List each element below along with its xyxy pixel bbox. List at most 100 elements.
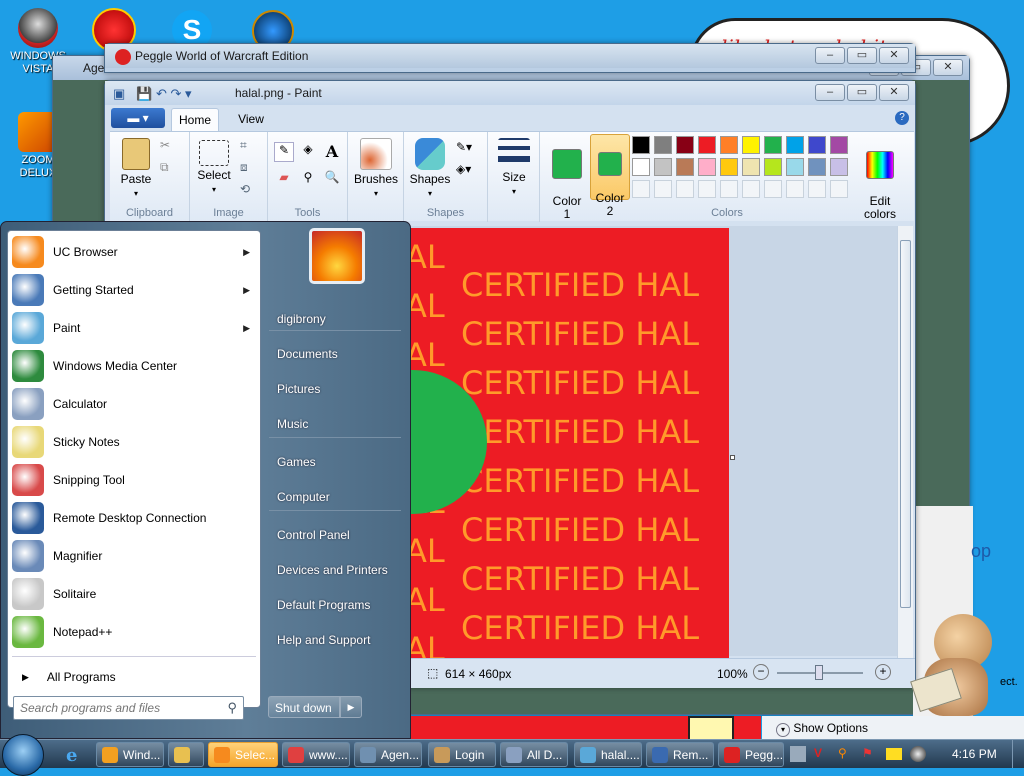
fill-icon[interactable]: ◈ (298, 142, 318, 162)
tray-flag-icon[interactable]: ⚑ (862, 746, 878, 762)
maximize-button[interactable]: ▭ (847, 47, 877, 64)
internet-explorer-icon[interactable]: e (66, 745, 77, 766)
redo-icon[interactable]: ↷ (170, 86, 181, 101)
tray-media-icon[interactable] (910, 746, 926, 762)
palette-swatch[interactable] (764, 136, 782, 154)
select-button[interactable]: Select ▾ (194, 140, 234, 196)
shapes-button[interactable]: Shapes ▾ (408, 138, 452, 200)
start-menu-link[interactable]: Control Panel (277, 528, 350, 542)
start-menu-item[interactable]: Calculator (12, 387, 258, 421)
palette-swatch[interactable] (742, 136, 760, 154)
vertical-scrollbar[interactable] (897, 226, 913, 658)
show-desktop-button[interactable] (1012, 740, 1024, 768)
taskbar-button[interactable]: www.... (282, 742, 350, 767)
search-icon[interactable]: ⚲ (227, 700, 237, 716)
cut-icon[interactable]: ✂ (160, 138, 170, 152)
start-menu-item[interactable]: Remote Desktop Connection (12, 501, 258, 535)
color-picker-icon[interactable]: ⚲ (298, 170, 318, 190)
palette-swatch[interactable] (654, 158, 672, 176)
taskbar-button[interactable]: Rem... (646, 742, 714, 767)
palette-swatch[interactable] (786, 136, 804, 154)
start-menu-link[interactable]: Pictures (277, 382, 320, 396)
resize-handle[interactable] (730, 455, 735, 460)
minimize-button[interactable]: ‒ (815, 47, 845, 64)
start-menu-link[interactable]: Music (277, 417, 308, 431)
text-icon[interactable]: A (322, 142, 342, 162)
rotate-icon[interactable]: ⟲ (240, 182, 250, 196)
minimize-button[interactable]: ‒ (815, 84, 845, 101)
user-avatar[interactable] (309, 228, 365, 284)
save-icon[interactable]: 💾 (136, 86, 152, 101)
palette-swatch[interactable] (654, 180, 672, 198)
resize-icon[interactable]: ⧈ (240, 160, 248, 175)
canvas-image[interactable]: AL CERTIFIED HAL AL CERTIFIED HAL AL CERTIFIE… (411, 228, 729, 658)
start-menu-item[interactable]: Windows Media Center (12, 349, 258, 383)
zoom-slider[interactable] (777, 665, 863, 680)
start-menu-item[interactable]: Magnifier (12, 539, 258, 573)
tab-view[interactable]: View (229, 108, 273, 130)
tray-game-icon[interactable] (790, 746, 806, 762)
palette-swatch[interactable] (808, 180, 826, 198)
palette-swatch[interactable] (764, 180, 782, 198)
tray-search-icon[interactable]: ⚲ (838, 746, 854, 762)
palette-swatch[interactable] (720, 136, 738, 154)
start-menu-link[interactable]: Default Programs (277, 598, 370, 612)
palette-swatch[interactable] (808, 158, 826, 176)
size-button[interactable]: Size ▾ (494, 138, 534, 198)
palette-swatch[interactable] (830, 158, 848, 176)
fill-shape-icon[interactable]: ◈▾ (456, 162, 471, 176)
show-options-button[interactable]: ▾ Show Options (776, 721, 868, 737)
taskbar-button[interactable]: Agen... (354, 742, 422, 767)
start-menu-item[interactable]: Sticky Notes (12, 425, 258, 459)
start-menu-link[interactable]: Games (277, 455, 316, 469)
palette-swatch[interactable] (698, 136, 716, 154)
start-menu-item[interactable]: Getting Started ▶ (12, 273, 258, 307)
palette-swatch[interactable] (720, 180, 738, 198)
palette-swatch[interactable] (698, 180, 716, 198)
close-button[interactable]: ✕ (933, 59, 963, 76)
palette-swatch[interactable] (720, 158, 738, 176)
palette-swatch[interactable] (654, 136, 672, 154)
palette-swatch[interactable] (698, 158, 716, 176)
undo-icon[interactable]: ↶ (156, 86, 167, 101)
peggle-window[interactable]: Peggle World of Warcraft Edition ‒ ▭ ✕ (104, 43, 916, 73)
qat-dropdown-icon[interactable]: ▾ (185, 86, 192, 101)
shutdown-options-button[interactable]: ▶ (340, 696, 362, 718)
close-button[interactable]: ✕ (879, 47, 909, 64)
start-menu-link[interactable]: Computer (277, 490, 330, 504)
taskbar-button[interactable] (168, 742, 204, 767)
palette-swatch[interactable] (764, 158, 782, 176)
shutdown-button[interactable]: Shut down (268, 696, 340, 718)
start-button[interactable] (2, 734, 44, 776)
close-button[interactable]: ✕ (879, 84, 909, 101)
zoom-in-button[interactable]: + (875, 664, 891, 680)
palette-swatch[interactable] (830, 180, 848, 198)
palette-swatch[interactable] (676, 180, 694, 198)
palette-swatch[interactable] (632, 136, 650, 154)
palette-swatch[interactable] (676, 158, 694, 176)
copy-icon[interactable]: ⧉ (160, 160, 169, 175)
palette-swatch[interactable] (742, 180, 760, 198)
eraser-icon[interactable]: ▰ (274, 170, 294, 190)
taskbar-button[interactable]: Pegg... (718, 742, 784, 767)
tray-yellow-icon[interactable] (886, 748, 902, 760)
start-menu-item[interactable]: Notepad++ (12, 615, 258, 649)
zoom-out-button[interactable]: − (753, 664, 769, 680)
crop-icon[interactable]: ⌗ (240, 138, 247, 153)
search-box[interactable]: ⚲ (13, 696, 244, 720)
palette-swatch[interactable] (676, 136, 694, 154)
palette-swatch[interactable] (742, 158, 760, 176)
palette-swatch[interactable] (632, 180, 650, 198)
palette-swatch[interactable] (632, 158, 650, 176)
brushes-button[interactable]: Brushes ▾ (352, 138, 400, 200)
start-menu-link[interactable]: Help and Support (277, 633, 370, 647)
all-programs-button[interactable]: ▶ All Programs (12, 663, 258, 691)
clock[interactable]: 4:16 PM (952, 747, 997, 761)
palette-swatch[interactable] (808, 136, 826, 154)
start-menu-link[interactable]: digibrony (277, 312, 326, 326)
help-icon[interactable]: ? (895, 111, 909, 125)
start-menu-item[interactable]: UC Browser ▶ (12, 235, 258, 269)
outline-icon[interactable]: ✎▾ (456, 140, 472, 154)
maximize-button[interactable]: ▭ (847, 84, 877, 101)
start-menu-item[interactable]: Snipping Tool (12, 463, 258, 497)
